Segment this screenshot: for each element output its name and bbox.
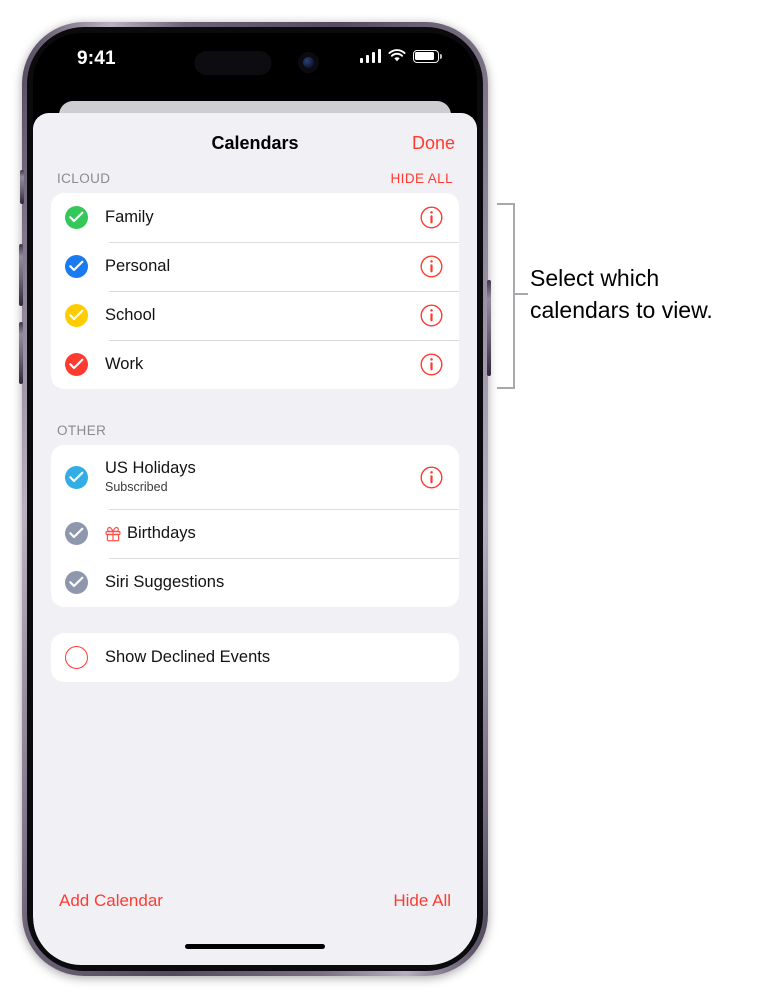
iphone-device: 9:41 Calendars Done ICLOUD HIDE ALL Fami… [19, 22, 491, 976]
calendar-row-work[interactable]: Work [51, 340, 459, 389]
status-bar: 9:41 [33, 33, 477, 89]
info-button[interactable] [420, 255, 443, 278]
info-button[interactable] [420, 353, 443, 376]
calendar-label: Personal [105, 257, 171, 275]
calendar-subtitle: Subscribed [105, 479, 168, 494]
volume-up-button[interactable] [19, 244, 23, 306]
calendar-label: Birthdays [127, 524, 196, 542]
battery-full-icon [413, 49, 442, 63]
status-indicators [359, 49, 442, 63]
section-header-icloud: ICLOUD HIDE ALL [33, 171, 477, 193]
calendar-name: Birthdays [105, 524, 443, 543]
unchecked-circle-icon[interactable] [65, 646, 88, 669]
calendar-name: Personal [105, 257, 420, 276]
callout-bracket [497, 203, 515, 389]
home-indicator[interactable] [185, 943, 325, 949]
calendar-label: Family [105, 208, 154, 226]
wifi-icon [388, 49, 406, 62]
power-button[interactable] [487, 280, 491, 376]
icloud-calendar-list: Family Personal School Work [51, 193, 459, 389]
cellular-signal-icon [359, 49, 381, 63]
calendar-label: US Holidays [105, 458, 196, 477]
calendar-row-birthdays[interactable]: Birthdays [51, 509, 459, 558]
checkmark-icon[interactable] [65, 571, 88, 594]
calendar-name: Work [105, 355, 420, 374]
declined-events-name: Show Declined Events [105, 648, 443, 667]
section-header-other: OTHER [33, 423, 477, 445]
callout-bracket-tick [515, 293, 528, 295]
calendar-name: US Holidays Subscribed [105, 459, 420, 496]
other-calendar-list: US Holidays Subscribed Birthdays Siri Su… [51, 445, 459, 607]
dynamic-island [194, 51, 272, 75]
show-declined-events-row[interactable]: Show Declined Events [51, 633, 459, 682]
page-title: Calendars [211, 133, 299, 153]
status-time: 9:41 [77, 48, 116, 69]
calendar-label: Work [105, 355, 144, 373]
calendar-row-family[interactable]: Family [51, 193, 459, 242]
section-title-icloud: ICLOUD [57, 171, 111, 186]
declined-events-card: Show Declined Events [51, 633, 459, 682]
checkmark-icon[interactable] [65, 206, 88, 229]
calendars-sheet: Calendars Done ICLOUD HIDE ALL Family Pe… [33, 113, 477, 965]
calendar-name: Siri Suggestions [105, 573, 443, 592]
calendar-row-us-holidays[interactable]: US Holidays Subscribed [51, 445, 459, 509]
declined-events-label: Show Declined Events [105, 648, 271, 666]
volume-down-button[interactable] [19, 322, 23, 384]
device-screen: 9:41 Calendars Done ICLOUD HIDE ALL Fami… [33, 33, 477, 965]
hide-all-button[interactable]: Hide All [393, 891, 451, 911]
calendar-label: Siri Suggestions [105, 573, 225, 591]
calendar-label: School [105, 306, 156, 324]
info-button[interactable] [420, 304, 443, 327]
calendar-row-siri-suggestions[interactable]: Siri Suggestions [51, 558, 459, 607]
callout-text: Select which calendars to view. [530, 265, 713, 323]
section-title-other: OTHER [57, 423, 107, 438]
hide-all-link-icloud[interactable]: HIDE ALL [391, 171, 453, 186]
done-button[interactable]: Done [412, 133, 455, 154]
checkmark-icon[interactable] [65, 353, 88, 376]
checkmark-icon[interactable] [65, 255, 88, 278]
sheet-toolbar: Add Calendar Hide All [33, 891, 477, 911]
checkmark-icon[interactable] [65, 465, 88, 489]
calendar-row-school[interactable]: School [51, 291, 459, 340]
front-camera-icon [298, 52, 319, 73]
calendar-name: Family [105, 208, 420, 227]
info-button[interactable] [420, 465, 443, 489]
calendar-row-personal[interactable]: Personal [51, 242, 459, 291]
add-calendar-button[interactable]: Add Calendar [59, 891, 163, 911]
gift-icon [105, 526, 121, 542]
checkmark-icon[interactable] [65, 522, 88, 545]
calendar-name: School [105, 306, 420, 325]
checkmark-icon[interactable] [65, 304, 88, 327]
silent-switch-button[interactable] [20, 170, 24, 204]
info-button[interactable] [420, 206, 443, 229]
sheet-nav-bar: Calendars Done [33, 113, 477, 171]
